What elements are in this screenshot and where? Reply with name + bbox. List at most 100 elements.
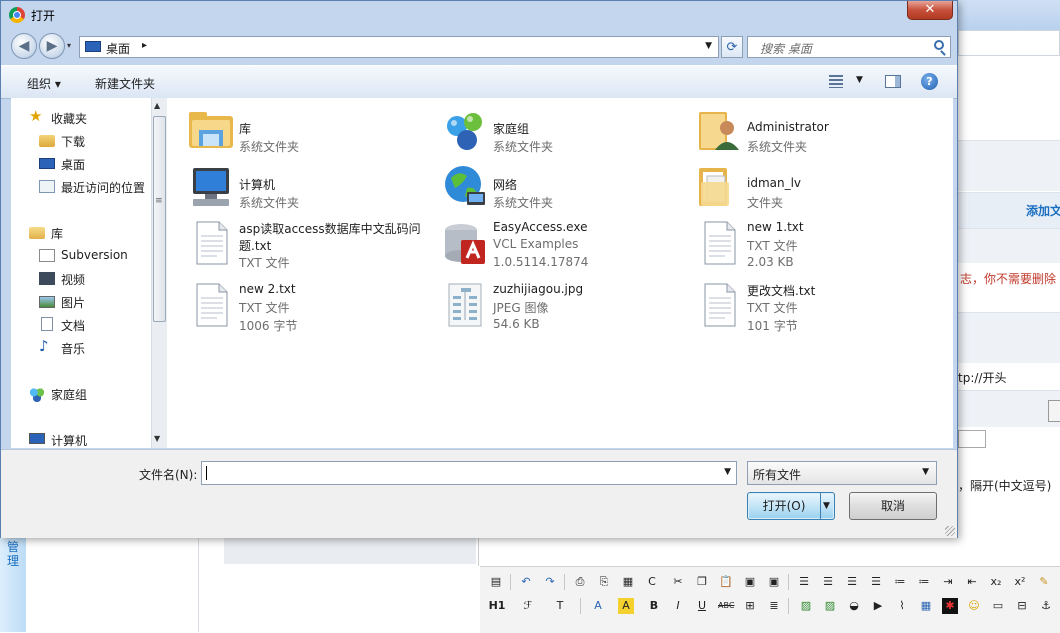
file-item-homegroup[interactable]: 家庭组 系统文件夹 [441, 106, 671, 162]
template-icon[interactable]: ▦ [620, 574, 636, 590]
close-button[interactable]: ✕ [907, 1, 953, 20]
chevron-down-icon[interactable]: ▼ [922, 467, 929, 477]
page-row [958, 390, 1060, 427]
star-icon: ★ [29, 107, 43, 125]
strikethrough-icon[interactable]: ABC [718, 598, 734, 614]
back-button[interactable]: ◀ [11, 33, 37, 59]
anchor-icon[interactable]: ⚓ [1038, 598, 1054, 614]
outdent-icon[interactable]: ⇤ [964, 574, 980, 590]
scrollbar-thumb[interactable] [153, 116, 166, 322]
bullet-list-icon[interactable]: ≔ [916, 574, 932, 590]
align-right-icon[interactable]: ☰ [844, 574, 860, 590]
code-icon[interactable]: C [644, 574, 660, 590]
file-item-new1-txt[interactable]: new 1.txt TXT 文件 2.03 KB [695, 218, 935, 274]
view-options-icon[interactable] [829, 75, 843, 88]
recent-pages-dropdown[interactable]: ▾ [67, 41, 71, 50]
media-icon[interactable]: ▶ [870, 598, 886, 614]
paste-text-icon[interactable]: ▣ [742, 574, 758, 590]
underline-icon[interactable]: U [694, 598, 710, 614]
page-input[interactable] [958, 430, 986, 448]
file-item-asp-txt[interactable]: asp读取access数据库中文乱码问 题.txt TXT 文件 [187, 218, 437, 274]
scroll-down-arrow[interactable]: ▼ [154, 434, 160, 443]
clear-format-icon[interactable]: ✎ [1036, 574, 1052, 590]
file-type-select[interactable]: 所有文件 ▼ [747, 461, 937, 485]
cut-icon[interactable]: ✂ [670, 574, 686, 590]
cancel-button[interactable]: 取消 [849, 492, 937, 520]
address-bar[interactable]: 桌面 ▸ ▼ [79, 36, 719, 58]
preview-pane-icon[interactable] [885, 75, 901, 88]
open-button[interactable]: 打开(O) ▼ [747, 492, 835, 520]
address-crumb[interactable]: 桌面 [106, 40, 130, 57]
align-justify-icon[interactable]: ☰ [868, 574, 884, 590]
align-center-icon[interactable]: ☰ [820, 574, 836, 590]
forward-button[interactable]: ▶ [39, 33, 65, 59]
file-item-zuzhijiagou-jpg[interactable]: zuzhijiagou.jpg JPEG 图像 54.6 KB [441, 280, 671, 336]
bold-icon[interactable]: B [646, 598, 662, 614]
special-char-icon[interactable]: ✱ [942, 598, 958, 614]
superscript-icon[interactable]: x² [1012, 574, 1028, 590]
font-color-icon[interactable]: A [590, 598, 606, 614]
file-item-network[interactable]: 网络 系统文件夹 [441, 162, 671, 218]
desktop-icon [85, 41, 101, 52]
page-button[interactable] [1048, 400, 1060, 422]
file-item-administrator[interactable]: Administrator 系统文件夹 [695, 106, 935, 162]
refresh-button[interactable]: ⟳ [721, 36, 743, 58]
page-input[interactable] [958, 30, 1060, 56]
page-column [26, 538, 199, 632]
preview-icon[interactable]: ⎙ [572, 574, 588, 590]
redo-icon[interactable]: ↷ [542, 574, 558, 590]
multi-image-icon[interactable]: ▨ [822, 598, 838, 614]
help-icon[interactable]: ? [921, 73, 938, 90]
highlight-color-icon[interactable]: A [618, 598, 634, 614]
view-dropdown-icon[interactable]: ▼ [856, 75, 863, 85]
search-input[interactable]: 搜索 桌面 [747, 36, 951, 58]
organize-menu[interactable]: 组织 ▾ [27, 75, 61, 92]
image-icon[interactable]: ▨ [798, 598, 814, 614]
heading-dropdown[interactable]: H1 [486, 598, 508, 614]
copy-icon[interactable]: ❐ [694, 574, 710, 590]
undo-icon[interactable]: ↶ [518, 574, 534, 590]
numbered-list-icon[interactable]: ≔ [892, 574, 908, 590]
file-item-easyaccess[interactable]: EasyAccess.exe VCL Examples 1.0.5114.178… [441, 218, 671, 274]
page-break-icon[interactable]: ▭ [990, 598, 1006, 614]
align-left-icon[interactable]: ☰ [796, 574, 812, 590]
file-item-idman[interactable]: idman_lv 文件夹 [695, 162, 935, 218]
print-icon[interactable]: ⎘ [596, 574, 612, 590]
chevron-down-icon[interactable]: ▼ [724, 467, 731, 477]
indent-icon[interactable]: ⇥ [940, 574, 956, 590]
paste-word-icon[interactable]: ▣ [766, 574, 782, 590]
resize-grip[interactable] [945, 526, 955, 536]
add-link[interactable]: 添加文 [1026, 202, 1060, 219]
new-folder-button[interactable]: 新建文件夹 [95, 75, 155, 92]
pagebreak-icon[interactable]: ⊟ [1014, 598, 1030, 614]
table-icon[interactable]: ⊞ [742, 598, 758, 614]
search-icon[interactable] [934, 40, 944, 50]
format-painter-icon[interactable]: ≣ [766, 598, 782, 614]
chevron-down-icon[interactable]: ▼ [705, 41, 712, 51]
source-icon[interactable]: ▤ [488, 574, 504, 590]
filename-input[interactable]: ▼ [201, 461, 737, 485]
toolbar-separator [580, 598, 581, 614]
navigation-scrollbar[interactable]: ▲ ≡ ▼ [151, 98, 167, 448]
chevron-right-icon[interactable]: ▸ [142, 40, 147, 51]
flash-icon[interactable]: ◒ [846, 598, 862, 614]
scroll-up-arrow[interactable]: ▲ [154, 101, 160, 110]
file-item-change-doc-txt[interactable]: 更改文档.txt TXT 文件 101 字节 [695, 280, 935, 336]
command-bar: 组织 ▾ 新建文件夹 ▼ ? [1, 65, 957, 99]
emoticon-icon[interactable]: ☺ [966, 598, 982, 614]
open-options-dropdown[interactable]: ▼ [823, 493, 830, 519]
file-item-new2-txt[interactable]: new 2.txt TXT 文件 1006 字节 [187, 280, 417, 336]
file-item-computer[interactable]: 计算机 系统文件夹 [187, 162, 417, 218]
subscript-icon[interactable]: x₂ [988, 574, 1004, 590]
insert-table-icon[interactable]: ▦ [918, 598, 934, 614]
page-input[interactable] [478, 538, 1060, 566]
dialog-titlebar[interactable]: 打开 ✕ [1, 1, 957, 29]
access-exe-icon [445, 224, 485, 264]
file-item-library[interactable]: 库 系统文件夹 [187, 106, 417, 162]
font-family-icon[interactable]: ℱ [520, 598, 536, 614]
italic-icon[interactable]: I [670, 598, 686, 614]
paste-icon[interactable]: 📋 [718, 574, 734, 590]
font-size-icon[interactable]: T [552, 598, 568, 614]
attachment-icon[interactable]: ⌇ [894, 598, 910, 614]
image-file-icon [448, 283, 482, 327]
